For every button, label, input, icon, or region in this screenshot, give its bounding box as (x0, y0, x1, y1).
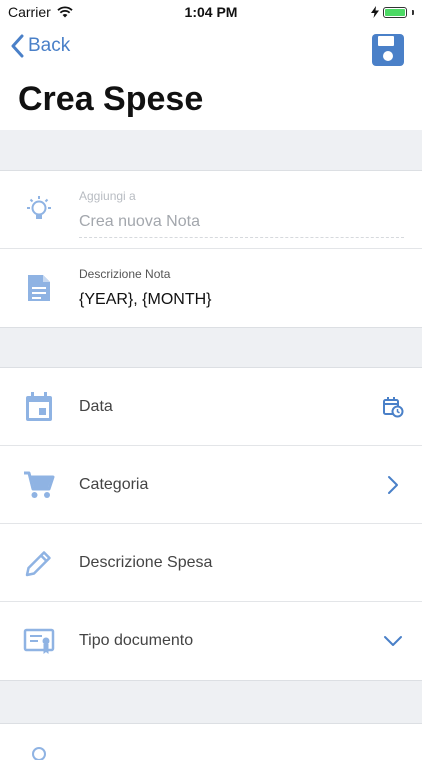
carrier-label: Carrier (8, 4, 51, 20)
back-button[interactable]: Back (10, 34, 70, 58)
chevron-down-icon[interactable] (382, 630, 404, 652)
category-row[interactable]: Categoria (0, 446, 422, 524)
category-label: Categoria (79, 475, 149, 493)
note-section: Aggiungi a Crea nuova Nota Descrizione N… (0, 170, 422, 328)
add-to-input[interactable]: Crea nuova Nota (79, 213, 404, 238)
chevron-left-icon (11, 34, 24, 58)
calendar-clock-icon[interactable] (382, 396, 404, 418)
certificate-icon (23, 628, 55, 654)
status-bar: Carrier 1:04 PM (0, 0, 422, 24)
document-type-row[interactable]: Tipo documento (0, 602, 422, 680)
next-section (0, 723, 422, 764)
lightbulb-icon (27, 195, 51, 219)
date-label: Data (79, 397, 113, 415)
note-description-caption: Descrizione Nota (79, 267, 171, 281)
charging-icon (371, 6, 379, 18)
add-to-row[interactable]: Aggiungi a Crea nuova Nota (0, 171, 422, 249)
chevron-right-icon[interactable] (382, 474, 404, 496)
expense-section: Data Categoria Descrizione Spesa Tipo do… (0, 367, 422, 681)
document-icon (28, 275, 50, 301)
note-description-value[interactable]: {YEAR}, {MONTH} (79, 291, 212, 309)
expense-description-label: Descrizione Spesa (79, 553, 213, 571)
shopping-cart-icon (24, 471, 55, 498)
add-to-caption: Aggiungi a (79, 189, 136, 203)
document-type-label: Tipo documento (79, 632, 194, 649)
page-title: Crea Spese (18, 80, 204, 118)
partial-row-icon (32, 747, 46, 760)
back-label: Back (28, 35, 71, 56)
status-left: Carrier (8, 4, 73, 20)
wifi-icon (57, 6, 73, 18)
pencil-icon (25, 550, 51, 576)
calendar-icon (26, 391, 52, 421)
save-icon[interactable] (370, 32, 406, 68)
battery-indicator (371, 6, 414, 18)
navigation-bar: Back Crea Spese (0, 24, 422, 130)
expense-description-row[interactable]: Descrizione Spesa (0, 524, 422, 602)
note-description-row[interactable]: Descrizione Nota {YEAR}, {MONTH} (0, 249, 422, 327)
battery-icon (383, 6, 407, 18)
date-row[interactable]: Data (0, 368, 422, 446)
